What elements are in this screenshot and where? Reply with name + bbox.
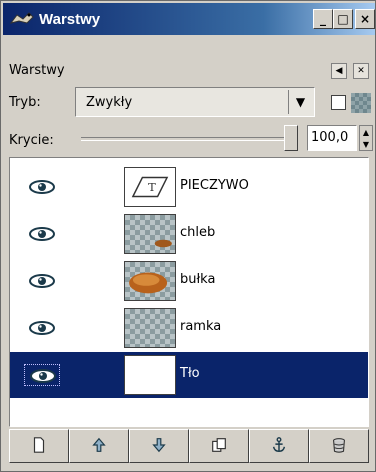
layers-list: T PIECZYWO chleb bułka ramka Tło xyxy=(9,157,369,427)
delete-layer-icon xyxy=(330,436,348,457)
layer-row[interactable]: chleb xyxy=(10,211,368,257)
anchor-layer-button[interactable] xyxy=(249,429,309,463)
mode-select[interactable]: Zwykły ▼ xyxy=(75,87,315,117)
layer-toolbar xyxy=(9,429,369,465)
layer-row[interactable]: bułka xyxy=(10,258,368,304)
panel-close-icon[interactable]: ✕ xyxy=(353,63,369,79)
panel-title: Warstwy xyxy=(9,63,65,78)
lower-layer-button[interactable] xyxy=(129,429,189,463)
lower-layer-icon xyxy=(150,436,168,457)
keep-transparency-checkbox[interactable] xyxy=(331,95,346,110)
close-button[interactable]: × xyxy=(355,9,375,29)
opacity-label: Krycie: xyxy=(9,133,54,148)
layer-name[interactable]: chleb xyxy=(180,225,215,240)
window-title: Warstwy xyxy=(39,10,101,28)
opacity-slider-thumb[interactable] xyxy=(284,125,298,151)
duplicate-layer-button[interactable] xyxy=(189,429,249,463)
panel-menu-icon[interactable]: ◀ xyxy=(331,63,347,79)
eye-icon[interactable] xyxy=(24,364,60,386)
transparency-lock-icon xyxy=(351,93,371,113)
text-layer-icon: T xyxy=(124,167,176,207)
eye-icon[interactable] xyxy=(24,317,60,339)
eye-icon[interactable] xyxy=(24,270,60,292)
layer-thumbnail xyxy=(124,214,176,254)
layers-dialog-window: Warstwy _ □ × Warstwy ◀ ✕ Tryb: Zwykły ▼… xyxy=(0,0,376,472)
layer-thumbnail xyxy=(124,355,176,395)
layer-row[interactable]: ramka xyxy=(10,305,368,351)
opacity-spinner[interactable]: ▲ ▼ xyxy=(359,125,373,151)
svg-text:T: T xyxy=(148,180,156,194)
anchor-layer-icon xyxy=(270,436,288,457)
layer-thumbnail xyxy=(124,308,176,348)
layer-row[interactable]: Tło xyxy=(10,352,368,398)
delete-layer-button[interactable] xyxy=(309,429,369,463)
layer-name[interactable]: PIECZYWO xyxy=(180,178,249,193)
minimize-button[interactable]: _ xyxy=(313,9,333,29)
layer-thumbnail xyxy=(124,261,176,301)
new-layer-button[interactable] xyxy=(9,429,69,463)
layer-row[interactable]: T PIECZYWO xyxy=(10,164,368,210)
maximize-button[interactable]: □ xyxy=(333,9,353,29)
layer-name[interactable]: bułka xyxy=(180,272,215,287)
title-bar[interactable]: Warstwy _ □ × xyxy=(3,3,375,35)
mode-value: Zwykły xyxy=(86,94,133,110)
eye-icon[interactable] xyxy=(24,176,60,198)
chevron-down-icon[interactable]: ▼ xyxy=(288,90,312,114)
duplicate-layer-icon xyxy=(210,436,228,457)
opacity-slider-track[interactable] xyxy=(81,137,291,141)
layer-name[interactable]: ramka xyxy=(180,319,221,334)
raise-layer-button[interactable] xyxy=(69,429,129,463)
eye-icon[interactable] xyxy=(24,223,60,245)
raise-layer-icon xyxy=(90,436,108,457)
new-layer-icon xyxy=(30,436,48,457)
opacity-input[interactable]: 100,0 xyxy=(307,125,357,151)
mode-label: Tryb: xyxy=(9,95,41,110)
gimp-wilber-icon xyxy=(9,12,34,24)
layer-name[interactable]: Tło xyxy=(180,366,200,381)
